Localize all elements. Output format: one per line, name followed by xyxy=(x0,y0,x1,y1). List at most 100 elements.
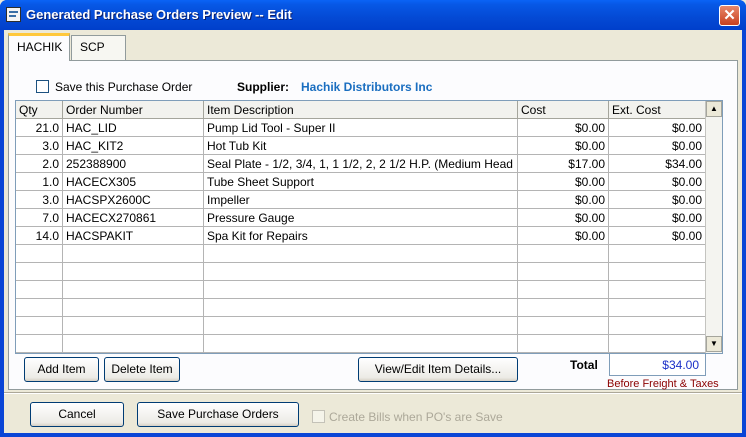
empty-table-row[interactable] xyxy=(16,317,706,335)
empty-cell[interactable] xyxy=(204,299,518,317)
description-cell[interactable]: Pressure Gauge xyxy=(204,209,518,227)
grid-header: Qty Order Number Item Description Cost E… xyxy=(16,101,706,119)
ext-cost-cell: $34.00 xyxy=(609,155,706,173)
table-row[interactable]: 1.0 HACECX305 Tube Sheet Support $0.00 $… xyxy=(16,173,706,191)
empty-cell[interactable] xyxy=(609,263,706,281)
empty-cell[interactable] xyxy=(518,335,609,353)
add-item-button[interactable]: Add Item xyxy=(24,357,99,382)
qty-cell[interactable]: 14.0 xyxy=(16,227,63,245)
order-number-cell[interactable]: HACSPX2600C xyxy=(63,191,204,209)
total-footnote: Before Freight & Taxes xyxy=(607,378,719,390)
empty-cell[interactable] xyxy=(518,245,609,263)
empty-cell[interactable] xyxy=(63,317,204,335)
order-number-cell[interactable]: HACECX305 xyxy=(63,173,204,191)
empty-cell[interactable] xyxy=(204,281,518,299)
grid-scrollbar[interactable]: ▲ ▼ xyxy=(705,101,722,353)
table-row[interactable]: 3.0 HAC_KIT2 Hot Tub Kit $0.00 $0.00 xyxy=(16,137,706,155)
empty-cell[interactable] xyxy=(518,317,609,335)
close-icon[interactable]: ✕ xyxy=(719,5,740,26)
order-number-cell[interactable]: HAC_KIT2 xyxy=(63,137,204,155)
qty-cell[interactable]: 7.0 xyxy=(16,209,63,227)
empty-cell[interactable] xyxy=(609,299,706,317)
header-cost[interactable]: Cost xyxy=(518,101,609,119)
empty-table-row[interactable] xyxy=(16,281,706,299)
empty-table-row[interactable] xyxy=(16,245,706,263)
empty-cell[interactable] xyxy=(609,335,706,353)
qty-cell[interactable]: 3.0 xyxy=(16,137,63,155)
empty-cell[interactable] xyxy=(204,245,518,263)
cost-cell[interactable]: $0.00 xyxy=(518,227,609,245)
qty-cell[interactable]: 1.0 xyxy=(16,173,63,191)
cost-cell[interactable]: $0.00 xyxy=(518,191,609,209)
save-purchase-orders-button[interactable]: Save Purchase Orders xyxy=(137,402,299,427)
header-order-number[interactable]: Order Number xyxy=(63,101,204,119)
cost-cell[interactable]: $0.00 xyxy=(518,137,609,155)
empty-cell[interactable] xyxy=(63,299,204,317)
empty-cell[interactable] xyxy=(63,245,204,263)
empty-cell[interactable] xyxy=(16,281,63,299)
empty-cell[interactable] xyxy=(204,335,518,353)
empty-cell[interactable] xyxy=(518,281,609,299)
description-cell[interactable]: Impeller xyxy=(204,191,518,209)
empty-cell[interactable] xyxy=(16,245,63,263)
table-row[interactable]: 14.0 HACSPAKIT Spa Kit for Repairs $0.00… xyxy=(16,227,706,245)
qty-cell[interactable]: 2.0 xyxy=(16,155,63,173)
empty-cell[interactable] xyxy=(204,317,518,335)
empty-cell[interactable] xyxy=(518,299,609,317)
scroll-up-icon[interactable]: ▲ xyxy=(706,101,722,117)
save-po-checkbox[interactable] xyxy=(36,80,49,93)
tab-hachik[interactable]: HACHIK xyxy=(8,33,70,61)
cost-cell[interactable]: $0.00 xyxy=(518,173,609,191)
cost-cell[interactable]: $17.00 xyxy=(518,155,609,173)
empty-table-row[interactable] xyxy=(16,263,706,281)
empty-cell[interactable] xyxy=(518,263,609,281)
empty-cell[interactable] xyxy=(63,281,204,299)
table-row[interactable]: 7.0 HACECX270861 Pressure Gauge $0.00 $0… xyxy=(16,209,706,227)
title-bar[interactable]: Generated Purchase Orders Preview -- Edi… xyxy=(0,0,746,30)
ext-cost-cell: $0.00 xyxy=(609,119,706,137)
empty-table-row[interactable] xyxy=(16,335,706,353)
empty-table-row[interactable] xyxy=(16,299,706,317)
empty-cell[interactable] xyxy=(63,335,204,353)
supplier-label: Supplier: xyxy=(237,80,290,94)
total-value: $34.00 xyxy=(609,353,706,376)
description-cell[interactable]: Pump Lid Tool - Super II xyxy=(204,119,518,137)
order-number-cell[interactable]: HAC_LID xyxy=(63,119,204,137)
qty-cell[interactable]: 21.0 xyxy=(16,119,63,137)
empty-cell[interactable] xyxy=(16,317,63,335)
empty-cell[interactable] xyxy=(204,263,518,281)
cost-cell[interactable]: $0.00 xyxy=(518,209,609,227)
order-number-cell[interactable]: HACSPAKIT xyxy=(63,227,204,245)
delete-item-button[interactable]: Delete Item xyxy=(104,357,180,382)
table-row[interactable]: 21.0 HAC_LID Pump Lid Tool - Super II $0… xyxy=(16,119,706,137)
supplier-value: Hachik Distributors Inc xyxy=(301,80,433,94)
cost-cell[interactable]: $0.00 xyxy=(518,119,609,137)
qty-cell[interactable]: 3.0 xyxy=(16,191,63,209)
header-qty[interactable]: Qty xyxy=(16,101,63,119)
empty-cell[interactable] xyxy=(16,299,63,317)
header-item-description[interactable]: Item Description xyxy=(204,101,518,119)
table-row[interactable]: 2.0 252388900 Seal Plate - 1/2, 3/4, 1, … xyxy=(16,155,706,173)
order-number-cell[interactable]: 252388900 xyxy=(63,155,204,173)
description-cell[interactable]: Spa Kit for Repairs xyxy=(204,227,518,245)
order-number-cell[interactable]: HACECX270861 xyxy=(63,209,204,227)
table-row[interactable]: 3.0 HACSPX2600C Impeller $0.00 $0.00 xyxy=(16,191,706,209)
empty-cell[interactable] xyxy=(609,245,706,263)
description-cell[interactable]: Tube Sheet Support xyxy=(204,173,518,191)
create-bills-checkbox[interactable] xyxy=(312,410,325,423)
items-grid[interactable]: Qty Order Number Item Description Cost E… xyxy=(15,100,723,354)
tab-scp[interactable]: SCP xyxy=(71,35,126,60)
empty-cell[interactable] xyxy=(609,317,706,335)
cancel-button[interactable]: Cancel xyxy=(30,402,124,427)
empty-cell[interactable] xyxy=(16,335,63,353)
empty-cell[interactable] xyxy=(16,263,63,281)
empty-cell[interactable] xyxy=(609,281,706,299)
view-edit-item-details-button[interactable]: View/Edit Item Details... xyxy=(358,357,518,382)
ext-cost-cell: $0.00 xyxy=(609,191,706,209)
scroll-down-icon[interactable]: ▼ xyxy=(706,336,722,352)
ext-cost-cell: $0.00 xyxy=(609,209,706,227)
empty-cell[interactable] xyxy=(63,263,204,281)
description-cell[interactable]: Seal Plate - 1/2, 3/4, 1, 1 1/2, 2, 2 1/… xyxy=(204,155,518,173)
header-ext-cost[interactable]: Ext. Cost xyxy=(609,101,706,119)
description-cell[interactable]: Hot Tub Kit xyxy=(204,137,518,155)
